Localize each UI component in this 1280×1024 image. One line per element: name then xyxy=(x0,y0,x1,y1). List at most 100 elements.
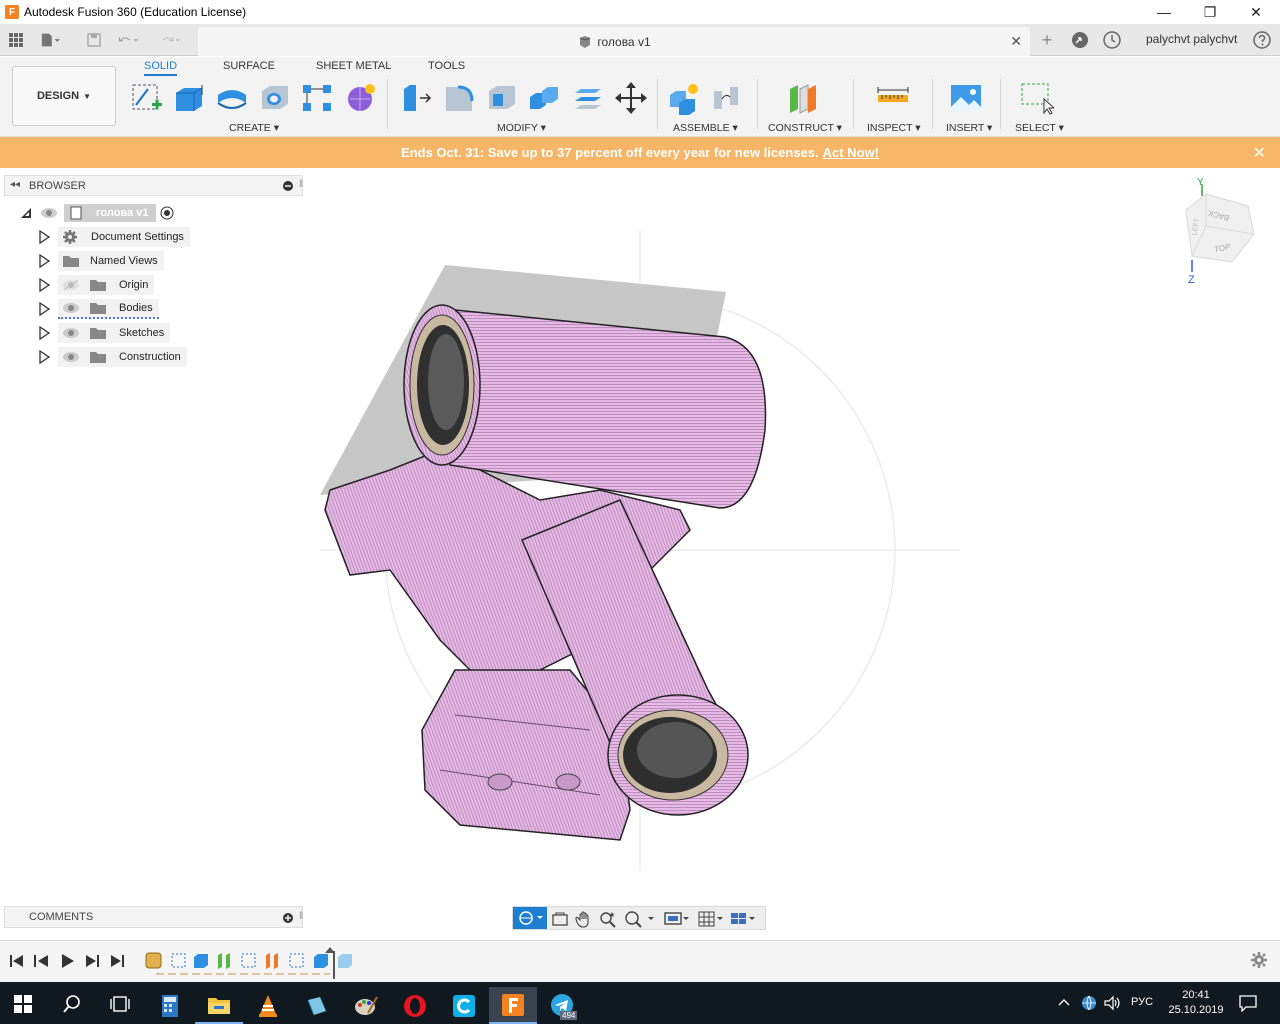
minimize-panel-icon[interactable] xyxy=(283,181,293,191)
tab-tools[interactable]: TOOLS xyxy=(428,60,465,72)
create-menu[interactable]: CREATE ▾ xyxy=(229,122,279,134)
act-now-link[interactable]: Act Now! xyxy=(823,145,879,160)
orbit-button[interactable] xyxy=(513,907,547,929)
timeline-extrude-icon[interactable] xyxy=(338,954,352,968)
help-icon[interactable] xyxy=(1252,30,1272,50)
tab-solid[interactable]: SOLID xyxy=(144,60,178,76)
comments-panel[interactable]: COMMENTS ‖ xyxy=(4,906,303,928)
timeline-extrude-icon[interactable] xyxy=(194,954,208,968)
workspace-switcher[interactable]: DESIGN ▼ xyxy=(12,66,116,126)
timeline-plane-icon[interactable] xyxy=(266,953,278,969)
taskbar-c-app-icon[interactable] xyxy=(440,987,488,1024)
select-window-icon[interactable] xyxy=(1020,81,1054,115)
insert-menu[interactable]: INSERT ▾ xyxy=(946,122,992,134)
joint-icon[interactable] xyxy=(710,81,744,115)
viewports-icon[interactable] xyxy=(729,910,759,928)
timeline-features[interactable] xyxy=(144,947,354,979)
expand-triangle-icon[interactable] xyxy=(38,326,50,340)
expand-triangle-icon[interactable] xyxy=(38,302,50,316)
user-account-menu[interactable]: palychvt palychvt xyxy=(1146,32,1237,46)
taskbar-paint3d-icon[interactable] xyxy=(293,987,341,1024)
timeline-plane-icon[interactable] xyxy=(218,953,230,969)
timeline-sketch-icon[interactable] xyxy=(241,953,256,968)
collapse-panel-icon[interactable]: ◂◂ xyxy=(10,179,20,190)
display-settings-icon[interactable] xyxy=(663,910,693,928)
minimize-button[interactable]: — xyxy=(1141,0,1187,24)
taskbar-calculator-icon[interactable] xyxy=(146,987,194,1024)
timeline-extrude-icon[interactable] xyxy=(314,954,328,968)
construct-menu[interactable]: CONSTRUCT ▾ xyxy=(768,122,842,134)
task-view-icon[interactable] xyxy=(109,994,131,1014)
eye-hidden-icon[interactable] xyxy=(62,279,80,291)
timeline-sketch-icon[interactable] xyxy=(171,953,186,968)
browser-item-construction[interactable]: Construction xyxy=(38,347,187,367)
eye-icon[interactable] xyxy=(40,207,58,219)
expanded-triangle-icon[interactable] xyxy=(20,207,32,219)
pattern-icon[interactable] xyxy=(300,81,334,115)
browser-root-row[interactable]: голова v1 xyxy=(20,203,174,223)
browser-item-named-views[interactable]: Named Views xyxy=(38,251,164,271)
system-clock[interactable]: 20:41 25.10.2019 xyxy=(1166,988,1226,1018)
taskbar-opera-icon[interactable] xyxy=(391,987,439,1024)
eye-icon[interactable] xyxy=(62,351,80,363)
redo-icon[interactable] xyxy=(160,30,180,50)
inspect-menu[interactable]: INSPECT ▾ xyxy=(867,122,921,134)
measure-icon[interactable] xyxy=(876,81,910,115)
close-window-button[interactable]: ✕ xyxy=(1233,0,1279,24)
input-language-indicator[interactable]: РУС xyxy=(1131,996,1153,1008)
taskbar-telegram-icon[interactable]: 494 xyxy=(538,987,586,1024)
eye-icon[interactable] xyxy=(62,302,80,314)
offset-plane-icon[interactable] xyxy=(786,81,820,115)
eye-icon[interactable] xyxy=(62,327,80,339)
show-hidden-icons-icon[interactable] xyxy=(1058,997,1070,1007)
hole-icon[interactable] xyxy=(258,81,292,115)
tab-surface[interactable]: SURFACE xyxy=(223,60,275,72)
job-status-icon[interactable] xyxy=(1102,30,1122,50)
volume-icon[interactable] xyxy=(1103,994,1121,1012)
taskbar-file-explorer-icon[interactable] xyxy=(195,987,243,1024)
viewcube[interactable]: Y Z BACK TOP LEFT xyxy=(1176,176,1260,286)
move-copy-icon[interactable] xyxy=(614,81,648,115)
file-menu-icon[interactable] xyxy=(40,30,60,50)
network-icon[interactable] xyxy=(1080,994,1098,1012)
modify-menu[interactable]: MODIFY ▾ xyxy=(497,122,546,134)
look-at-icon[interactable] xyxy=(551,911,569,927)
zoom-icon[interactable] xyxy=(599,910,617,928)
save-icon[interactable] xyxy=(84,30,104,50)
undo-icon[interactable] xyxy=(118,30,138,50)
expand-triangle-icon[interactable] xyxy=(38,350,50,364)
taskbar-vlc-icon[interactable] xyxy=(244,987,292,1024)
combine-icon[interactable] xyxy=(528,81,562,115)
browser-item-origin[interactable]: Origin xyxy=(38,275,155,295)
activate-radio-icon[interactable] xyxy=(160,206,174,220)
offset-face-icon[interactable] xyxy=(571,81,605,115)
panel-grip-icon[interactable]: ‖ xyxy=(299,911,303,922)
taskbar-fusion360-icon[interactable] xyxy=(489,987,537,1024)
insert-image-icon[interactable] xyxy=(949,81,983,115)
extrude-icon[interactable] xyxy=(172,81,206,115)
assemble-menu[interactable]: ASSEMBLE ▾ xyxy=(673,122,738,134)
expand-triangle-icon[interactable] xyxy=(38,230,50,244)
tab-sheet-metal[interactable]: SHEET METAL xyxy=(316,60,391,72)
browser-item-document-settings[interactable]: Document Settings xyxy=(38,227,190,247)
expand-triangle-icon[interactable] xyxy=(38,278,50,292)
canvas-viewport[interactable] xyxy=(300,170,1280,900)
create-sketch-icon[interactable] xyxy=(130,81,164,115)
timeline-settings-gear-icon[interactable] xyxy=(1250,951,1268,969)
pan-icon[interactable] xyxy=(575,910,593,928)
press-pull-icon[interactable] xyxy=(400,81,434,115)
banner-close-button[interactable]: ✕ xyxy=(1253,143,1266,163)
search-icon[interactable] xyxy=(62,994,82,1014)
new-component-icon[interactable] xyxy=(667,81,701,115)
create-form-icon[interactable] xyxy=(344,81,378,115)
new-tab-button[interactable]: + xyxy=(1036,29,1058,51)
timeline-sketch-icon[interactable] xyxy=(289,953,304,968)
select-menu[interactable]: SELECT ▾ xyxy=(1015,122,1064,134)
expand-triangle-icon[interactable] xyxy=(38,254,50,268)
timeline-mesh-feature-icon[interactable] xyxy=(145,952,162,969)
fillet-icon[interactable] xyxy=(442,81,476,115)
grid-snaps-icon[interactable] xyxy=(697,910,727,928)
shell-icon[interactable] xyxy=(485,81,519,115)
windows-start-icon[interactable] xyxy=(14,995,32,1013)
browser-item-bodies[interactable]: Bodies xyxy=(38,299,159,319)
